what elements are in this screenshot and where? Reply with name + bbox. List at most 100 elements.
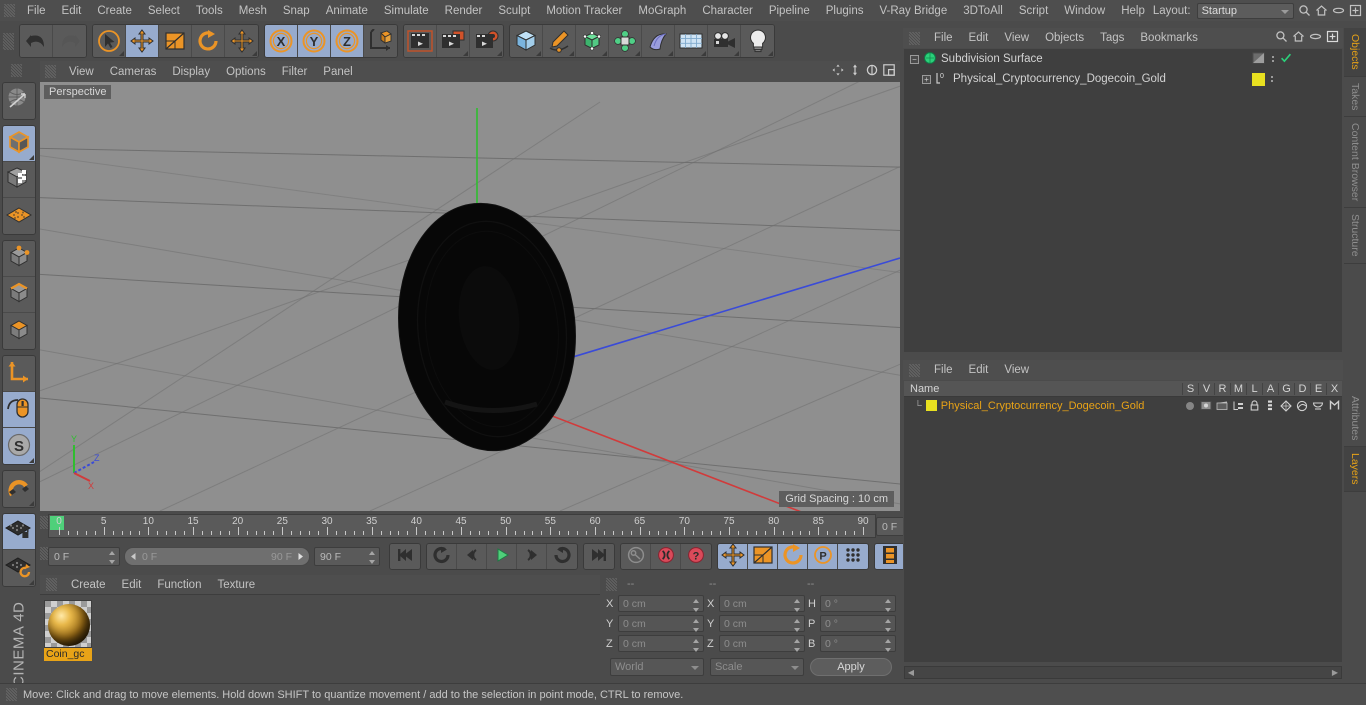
menu-edit[interactable]: Edit (54, 1, 90, 21)
lock-z-axis[interactable]: Z (331, 25, 364, 57)
more-options-corner-icon[interactable] (635, 51, 640, 56)
snap-magnet-button[interactable] (3, 471, 35, 507)
world-object-coordinates[interactable] (364, 25, 397, 57)
more-options-corner-icon[interactable] (602, 51, 607, 56)
tab-objects[interactable]: Objects (1344, 28, 1366, 77)
object-row-subdivision-surface[interactable]: − Subdivision Surface (904, 49, 1342, 69)
more-options-corner-icon[interactable] (119, 51, 124, 56)
scroll-left-icon[interactable]: ◀ (905, 668, 917, 677)
model-mode-button[interactable] (3, 126, 35, 162)
menu-file[interactable]: File (19, 1, 54, 21)
loop-button[interactable] (427, 544, 457, 569)
viewport-menu-filter[interactable]: Filter (274, 62, 316, 82)
menu-render[interactable]: Render (437, 1, 491, 21)
layout-select[interactable]: Startup (1196, 2, 1294, 19)
tab-content-browser[interactable]: Content Browser (1344, 117, 1366, 209)
coordinates-gripper[interactable] (606, 577, 617, 591)
more-options-corner-icon[interactable] (497, 51, 502, 56)
animation-icon[interactable] (1262, 400, 1278, 411)
viewport-menu-display[interactable]: Display (164, 62, 218, 82)
planar-workplane-button[interactable] (3, 550, 35, 586)
menu-select[interactable]: Select (140, 1, 188, 21)
add-layer-icon[interactable] (1349, 4, 1362, 17)
transform-mode-select[interactable]: Scale (709, 658, 804, 676)
soft-selection-button[interactable]: S (3, 428, 35, 464)
more-options-corner-icon[interactable] (29, 155, 34, 160)
layers-menu-edit[interactable]: Edit (961, 360, 997, 380)
frame-range-slider[interactable]: 0 F 90 F (124, 547, 310, 566)
spinner-icon[interactable] (794, 619, 801, 632)
material-menu-function[interactable]: Function (149, 575, 209, 595)
home-icon[interactable] (1292, 30, 1305, 46)
layers-gripper[interactable] (909, 363, 920, 377)
spinner-icon[interactable] (885, 619, 892, 632)
toolbar-gripper[interactable] (3, 32, 14, 50)
max-frame-field[interactable]: 90 F (314, 547, 380, 566)
play-forward-loop-button[interactable] (547, 544, 577, 569)
ellipse-icon[interactable] (1309, 30, 1322, 46)
rotation-h-field[interactable]: 0 ° (820, 595, 896, 612)
position-x-field[interactable]: 0 cm (618, 595, 704, 612)
pan-view-icon[interactable] (831, 63, 845, 80)
render-view-button[interactable] (404, 25, 437, 57)
xref-icon[interactable] (1326, 400, 1342, 411)
spinner-icon[interactable] (693, 619, 700, 632)
rotate-tool[interactable] (192, 25, 225, 57)
menu-snap[interactable]: Snap (275, 1, 318, 21)
viewport-3d[interactable]: Perspective Grid Spacing : 10 cm Y Z X (40, 82, 900, 511)
layers-menu-file[interactable]: File (926, 360, 961, 380)
live-selection-tool[interactable] (93, 25, 126, 57)
more-options-corner-icon[interactable] (734, 51, 739, 56)
texture-mode-button[interactable] (3, 162, 35, 198)
home-icon[interactable] (1315, 4, 1328, 17)
add-layer-icon[interactable] (1326, 30, 1339, 46)
key-rotation-button[interactable] (778, 544, 808, 569)
key-parameter-button[interactable]: P (808, 544, 838, 569)
object-menu-file[interactable]: File (926, 28, 961, 48)
object-tree[interactable]: − Subdivision Surface + 0 Physical_Crypt… (904, 49, 1342, 352)
more-options-corner-icon[interactable] (768, 51, 773, 56)
menu-tools[interactable]: Tools (188, 1, 231, 21)
undo-button[interactable] (20, 25, 53, 57)
object-menu-objects[interactable]: Objects (1037, 28, 1092, 48)
enable-dots-icon[interactable] (1271, 76, 1273, 82)
visibility-dots-icon[interactable] (1252, 51, 1266, 68)
size-y-field[interactable]: 0 cm (719, 615, 805, 632)
material-list[interactable]: Coin_gc (40, 596, 600, 683)
position-z-field[interactable]: 0 cm (618, 635, 704, 652)
more-options-corner-icon[interactable] (569, 51, 574, 56)
scroll-right-icon[interactable]: ▶ (1329, 668, 1341, 677)
spinner-icon[interactable] (794, 599, 801, 612)
layers-horizontal-scrollbar[interactable]: ◀ ▶ (904, 666, 1342, 679)
lock-x-axis[interactable]: X (265, 25, 298, 57)
object-menu-tags[interactable]: Tags (1092, 28, 1132, 48)
add-deformer-button[interactable] (642, 25, 675, 57)
menu-window[interactable]: Window (1056, 1, 1113, 21)
visible-eye-icon[interactable] (1198, 400, 1214, 411)
status-gripper[interactable] (6, 688, 17, 701)
expander-icon[interactable]: + (922, 74, 931, 84)
menu-animate[interactable]: Animate (318, 1, 376, 21)
generator-icon[interactable] (1278, 399, 1294, 412)
material-tag-icon[interactable] (1252, 72, 1265, 86)
spinner-icon[interactable] (693, 639, 700, 652)
spinner-icon[interactable] (369, 551, 376, 564)
more-options-corner-icon[interactable] (252, 51, 257, 56)
menu-mesh[interactable]: Mesh (231, 1, 275, 21)
current-frame-field[interactable]: 0 F (48, 547, 120, 566)
points-mode-button[interactable] (3, 241, 35, 277)
menu-character[interactable]: Character (694, 1, 761, 21)
menu-pipeline[interactable]: Pipeline (761, 1, 818, 21)
position-y-field[interactable]: 0 cm (618, 615, 704, 632)
apply-button[interactable]: Apply (809, 658, 892, 676)
rotation-b-field[interactable]: 0 ° (820, 635, 896, 652)
polygons-mode-button[interactable] (3, 313, 35, 349)
step-forward-button[interactable] (517, 544, 547, 569)
material-menu-edit[interactable]: Edit (114, 575, 150, 595)
more-options-corner-icon[interactable] (29, 580, 34, 585)
layers-table[interactable]: Name S V R M L A G D E X └ Physical_Cryp… (904, 381, 1342, 662)
add-generator-button[interactable] (576, 25, 609, 57)
more-options-corner-icon[interactable] (29, 458, 34, 463)
scale-tool[interactable] (159, 25, 192, 57)
search-icon[interactable] (1275, 30, 1288, 46)
